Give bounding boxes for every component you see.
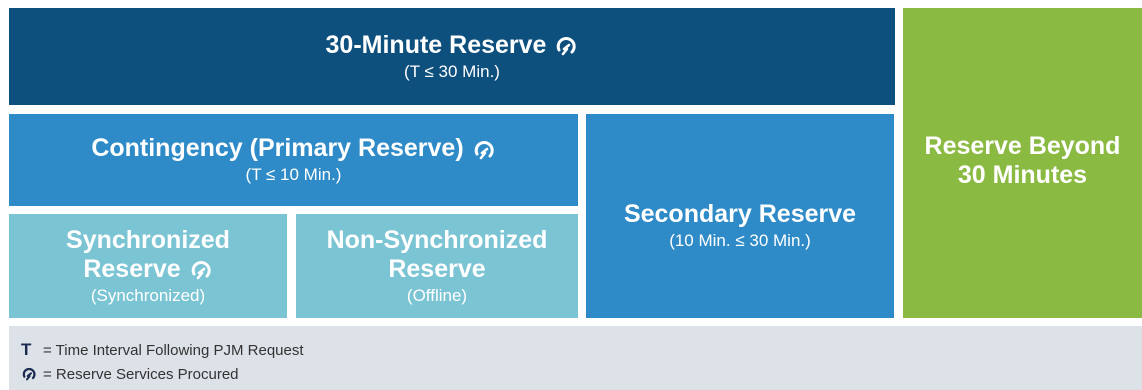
reserve-beyond-title-line1: Reserve Beyond	[924, 132, 1121, 160]
legend-t-symbol: T	[21, 340, 32, 359]
legend-row-time: T = Time Interval Following PJM Request	[21, 338, 1142, 362]
reserve-procured-icon	[472, 138, 496, 162]
contingency-reserve-box: Contingency (Primary Reserve) (T ≤ 10 Mi…	[9, 114, 578, 206]
reserve-procured-icon	[21, 366, 43, 382]
thirty-minute-reserve-title-row: 30-Minute Reserve	[326, 31, 579, 60]
thirty-minute-reserve-subtitle: (T ≤ 30 Min.)	[404, 61, 500, 81]
contingency-reserve-title: Contingency (Primary Reserve)	[91, 134, 464, 163]
reserve-procured-icon	[189, 258, 213, 282]
legend-row-icon: = Reserve Services Procured	[21, 362, 1142, 386]
secondary-reserve-title: Secondary Reserve	[623, 200, 857, 229]
legend-icon-text: = Reserve Services Procured	[43, 365, 239, 383]
non-synchronized-reserve-title-line1: Non-Synchronized	[326, 226, 548, 255]
thirty-minute-reserve-title: 30-Minute Reserve	[325, 30, 547, 59]
synchronized-reserve-title-line1: Synchronized	[66, 226, 230, 255]
reserve-beyond-30-box: Reserve Beyond 30 Minutes	[903, 8, 1142, 318]
synchronized-reserve-box: Synchronized Reserve (Synchronized)	[9, 214, 287, 318]
synchronized-reserve-subtitle: (Synchronized)	[90, 285, 206, 305]
reserve-procured-icon	[554, 34, 578, 58]
secondary-reserve-subtitle: (10 Min. ≤ 30 Min.)	[669, 231, 811, 251]
secondary-reserve-box: Secondary Reserve (10 Min. ≤ 30 Min.)	[586, 114, 894, 318]
contingency-reserve-subtitle: (T ≤ 10 Min.)	[245, 165, 342, 185]
legend-t-text: = Time Interval Following PJM Request	[43, 341, 304, 359]
contingency-reserve-title-row: Contingency (Primary Reserve)	[91, 134, 495, 163]
legend: T = Time Interval Following PJM Request …	[9, 326, 1142, 390]
reserve-beyond-title-line2: 30 Minutes	[957, 160, 1088, 189]
thirty-minute-reserve-box: 30-Minute Reserve (T ≤ 30 Min.)	[9, 8, 895, 105]
non-synchronized-reserve-subtitle: (Offline)	[406, 285, 468, 305]
synchronized-reserve-title-row: Reserve	[83, 255, 212, 284]
non-synchronized-reserve-title-line2: Reserve	[388, 254, 486, 283]
synchronized-reserve-title-line2: Reserve	[83, 254, 181, 283]
non-synchronized-reserve-box: Non-Synchronized Reserve (Offline)	[296, 214, 578, 318]
